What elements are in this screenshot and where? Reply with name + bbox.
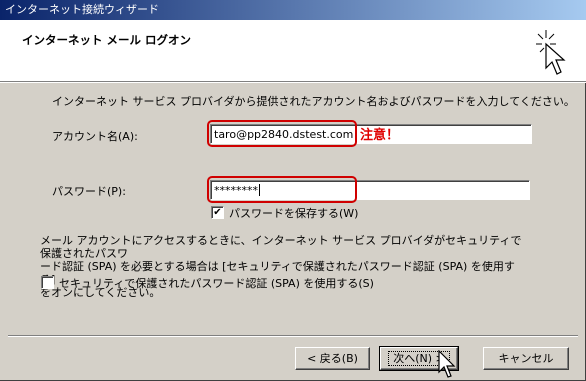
header-divider <box>0 82 586 83</box>
spa-label[interactable]: セキュリティで保護されたパスワード認証 (SPA) を使用する(S) <box>59 275 374 291</box>
intro-text: インターネット サービス プロバイダから提供されたアカウント名およびパスワードを… <box>52 95 575 108</box>
account-label: アカウント名(A): <box>52 130 138 143</box>
mouse-cursor-icon <box>438 350 456 378</box>
spa-checkbox[interactable] <box>41 276 54 289</box>
password-highlight-box <box>207 176 357 203</box>
password-label: パスワード(P): <box>52 185 126 198</box>
window-title: インターネット接続ウィザード <box>5 3 159 16</box>
wizard-sparkle-icon <box>536 30 566 75</box>
back-button-label: < 戻る(B) <box>307 351 358 365</box>
wizard-header: インターネット メール ログオン <box>0 20 586 82</box>
spa-description-line: メール アカウントにアクセスするときに、インターネット サービス プロバイダがセ… <box>40 234 522 260</box>
save-password-label[interactable]: パスワードを保存する(W) <box>229 205 358 221</box>
cancel-button[interactable]: キャンセル <box>483 347 569 370</box>
button-separator <box>8 335 578 337</box>
caution-note: 注意！ <box>360 128 400 143</box>
save-password-checkbox[interactable]: ✔ <box>211 206 224 219</box>
page-title: インターネット メール ログオン <box>22 33 192 47</box>
wizard-window: インターネット接続ウィザード インターネット メール ログオン インターネット … <box>0 0 586 381</box>
cancel-button-label: キャンセル <box>498 351 554 365</box>
title-bar: インターネット接続ウィザード <box>0 0 586 20</box>
back-button[interactable]: < 戻る(B) <box>295 347 370 370</box>
account-highlight-box <box>207 120 357 147</box>
